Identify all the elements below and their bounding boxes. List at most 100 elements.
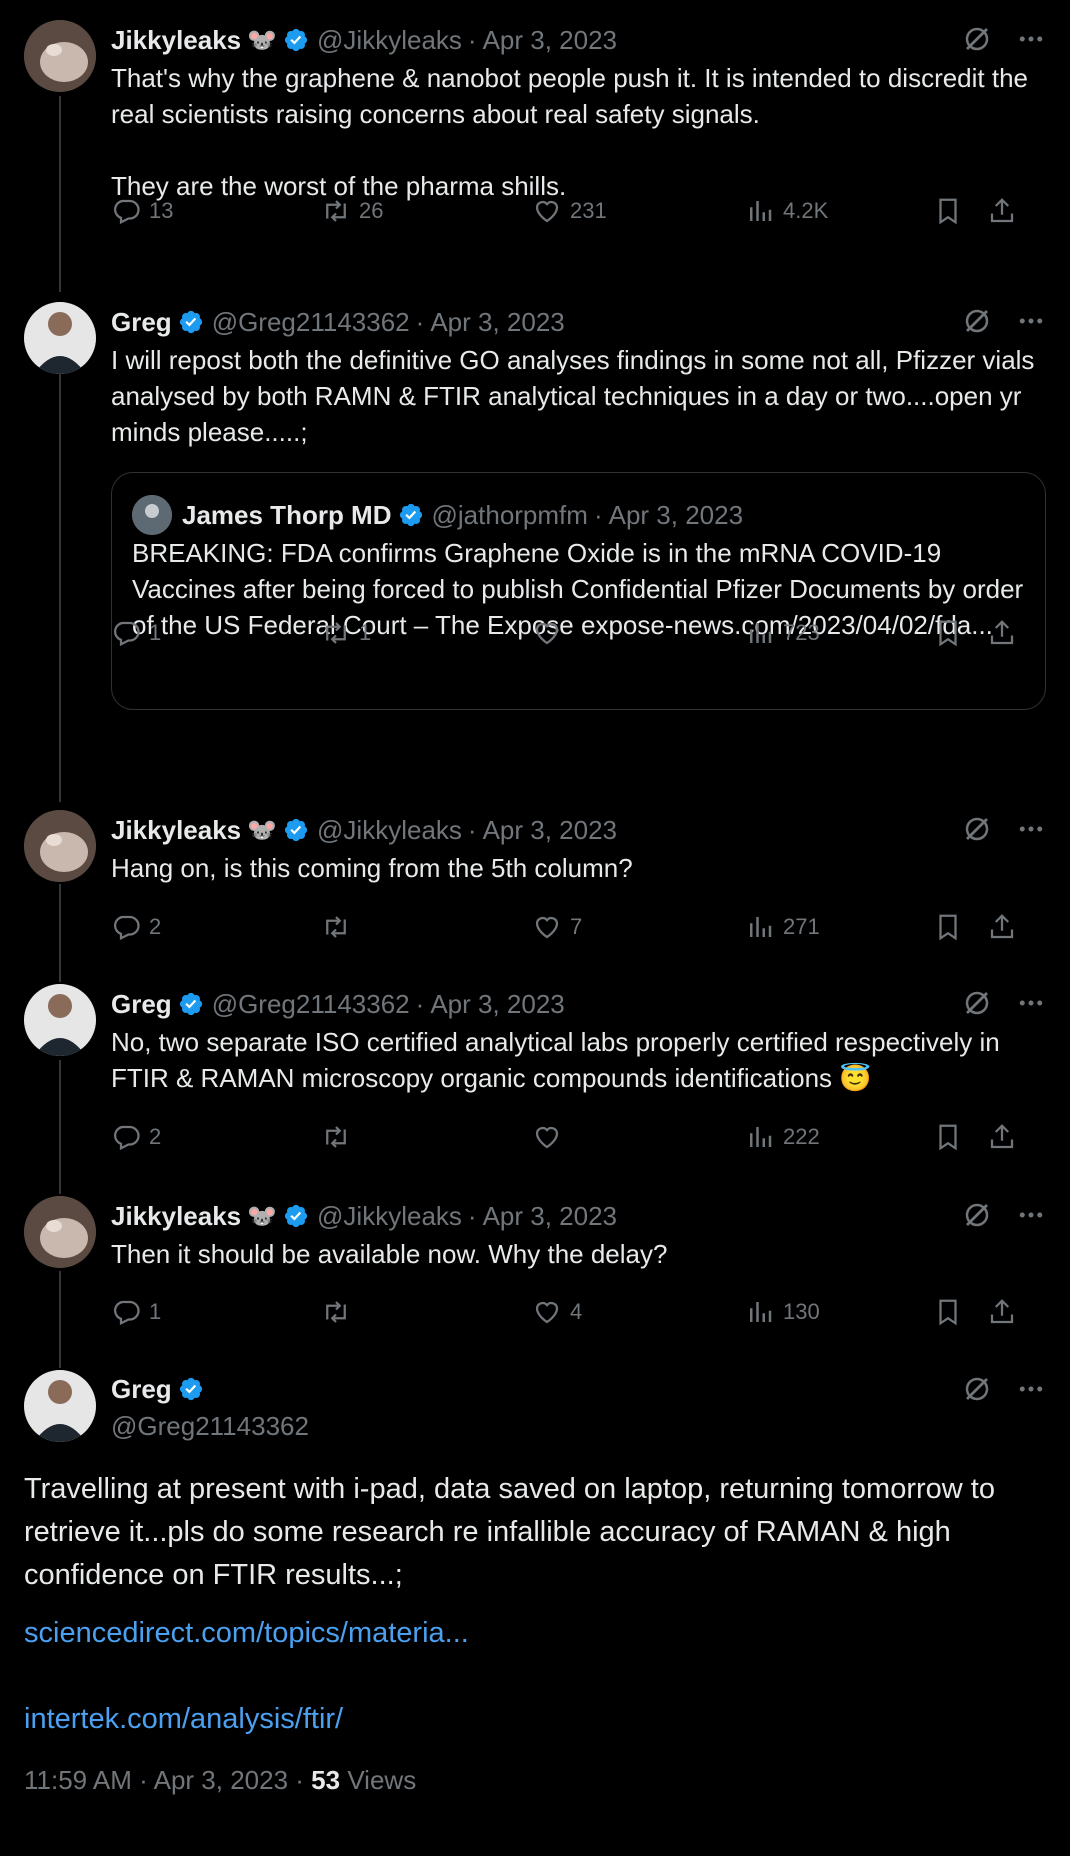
quoted-tweet[interactable]: James Thorp MD @jathorpmfm · Apr 3, 2023…: [111, 472, 1046, 710]
link-sciencedirect[interactable]: sciencedirect.com/topics/materia...: [24, 1612, 469, 1655]
retweet-button[interactable]: [321, 912, 359, 942]
reply-button[interactable]: 13: [111, 196, 173, 226]
bookmark-button[interactable]: [933, 912, 963, 942]
views-button[interactable]: 4.2K: [745, 196, 828, 226]
like-icon: [532, 1297, 562, 1327]
retweet-button[interactable]: 26: [321, 196, 383, 226]
more-icon[interactable]: [1016, 24, 1046, 54]
author-name[interactable]: Greg: [111, 307, 172, 338]
share-button[interactable]: [987, 912, 1017, 942]
share-button[interactable]: [987, 196, 1017, 226]
retweet-button[interactable]: [321, 1297, 359, 1327]
like-count: 231: [570, 198, 607, 223]
views-button[interactable]: 222: [745, 1122, 820, 1152]
reply-icon: [111, 912, 141, 942]
separator-dot: ·: [131, 1765, 154, 1795]
share-button[interactable]: [987, 618, 1017, 648]
avatar[interactable]: [24, 1370, 96, 1442]
author-handle[interactable]: @Greg21143362: [111, 1408, 309, 1444]
views-count: 723: [783, 620, 820, 645]
author-handle[interactable]: @Greg21143362: [212, 989, 410, 1020]
reply-button[interactable]: 1: [111, 1297, 161, 1327]
more-icon[interactable]: [1016, 1200, 1046, 1230]
reply-button[interactable]: 2: [111, 912, 161, 942]
views-count: 271: [783, 914, 820, 939]
author-handle[interactable]: @Jikkyleaks: [317, 815, 462, 846]
grok-icon[interactable]: [962, 1374, 992, 1404]
like-button[interactable]: 4: [532, 1297, 582, 1327]
author-handle[interactable]: @Jikkyleaks: [317, 1201, 462, 1232]
separator-dot: ·: [415, 306, 425, 337]
tweet-text: No, two separate ISO certified analytica…: [111, 1027, 1007, 1093]
retweet-button[interactable]: [321, 1122, 359, 1152]
author-name[interactable]: Jikkyleaks: [111, 815, 241, 846]
bookmark-button[interactable]: [933, 1122, 963, 1152]
share-icon: [987, 196, 1017, 226]
author-name[interactable]: Greg: [111, 989, 172, 1020]
main-tweet-header: Greg: [111, 1370, 309, 1408]
reply-button[interactable]: 1: [111, 618, 161, 648]
views-icon: [745, 618, 775, 648]
author-handle[interactable]: @Greg21143362: [212, 307, 410, 338]
more-icon[interactable]: [1016, 1374, 1046, 1404]
share-button[interactable]: [987, 1122, 1017, 1152]
more-icon[interactable]: [1016, 814, 1046, 844]
tweet-date[interactable]: Apr 3, 2023: [430, 989, 564, 1020]
grok-icon[interactable]: [962, 1200, 992, 1230]
quote-author-name: James Thorp MD: [182, 499, 392, 530]
bookmark-button[interactable]: [933, 1297, 963, 1327]
link-intertek[interactable]: intertek.com/analysis/ftir/: [24, 1698, 343, 1741]
separator-dot: ·: [593, 499, 603, 530]
share-button[interactable]: [987, 1297, 1017, 1327]
grok-icon[interactable]: [962, 814, 992, 844]
retweet-button[interactable]: 1: [321, 618, 371, 648]
tweet-date[interactable]: Apr 3, 2023: [483, 815, 617, 846]
avatar[interactable]: [24, 20, 96, 92]
author-name[interactable]: Jikkyleaks: [111, 1201, 241, 1232]
author-name[interactable]: Jikkyleaks: [111, 25, 241, 56]
bookmark-button[interactable]: [933, 618, 963, 648]
tweet-header: Jikkyleaks 🐭 @Jikkyleaks · Apr 3, 2023: [111, 810, 1046, 850]
views-button[interactable]: 130: [745, 1297, 820, 1327]
verified-badge-icon: [283, 1203, 309, 1229]
avatar[interactable]: [24, 810, 96, 882]
verified-badge-icon: [283, 817, 309, 843]
views-button[interactable]: 271: [745, 912, 820, 942]
views-icon: [745, 196, 775, 226]
avatar[interactable]: [24, 302, 96, 374]
tweet-date[interactable]: Apr 3, 2023: [483, 25, 617, 56]
like-button[interactable]: 7: [532, 912, 582, 942]
tweet-date[interactable]: Apr 3, 2023: [154, 1765, 288, 1795]
like-button[interactable]: [532, 1122, 570, 1152]
grok-icon[interactable]: [962, 24, 992, 54]
avatar[interactable]: [24, 984, 96, 1056]
author-handle[interactable]: @Jikkyleaks: [317, 25, 462, 56]
grok-icon[interactable]: [962, 988, 992, 1018]
views-button[interactable]: 723: [745, 618, 820, 648]
more-icon[interactable]: [1016, 306, 1046, 336]
like-button[interactable]: 231: [532, 196, 607, 226]
tweet-date[interactable]: Apr 3, 2023: [483, 1201, 617, 1232]
like-button[interactable]: [532, 618, 570, 648]
more-icon[interactable]: [1016, 988, 1046, 1018]
bookmark-icon: [933, 196, 963, 226]
views-count: 130: [783, 1299, 820, 1324]
action-bar: 13 26 231 4.2K: [111, 196, 1046, 226]
tweet-text: I will repost both the definitive GO ana…: [111, 345, 1042, 447]
action-bar: 2 222: [111, 1122, 1046, 1152]
tweet-date[interactable]: Apr 3, 2023: [430, 307, 564, 338]
tweet-time[interactable]: 11:59 AM: [24, 1765, 132, 1795]
author-name[interactable]: Greg: [111, 1374, 172, 1405]
like-icon: [532, 196, 562, 226]
like-icon: [532, 912, 562, 942]
bookmark-button[interactable]: [933, 196, 963, 226]
separator-dot: ·: [288, 1765, 312, 1795]
retweet-count: 26: [359, 198, 384, 223]
avatar[interactable]: [24, 1196, 96, 1268]
action-bar: 1 1 723: [111, 618, 1046, 648]
grok-icon[interactable]: [962, 306, 992, 336]
reply-icon: [111, 618, 141, 648]
retweet-count: 1: [359, 620, 372, 645]
mouse-emoji: 🐭: [247, 816, 278, 844]
reply-button[interactable]: 2: [111, 1122, 161, 1152]
